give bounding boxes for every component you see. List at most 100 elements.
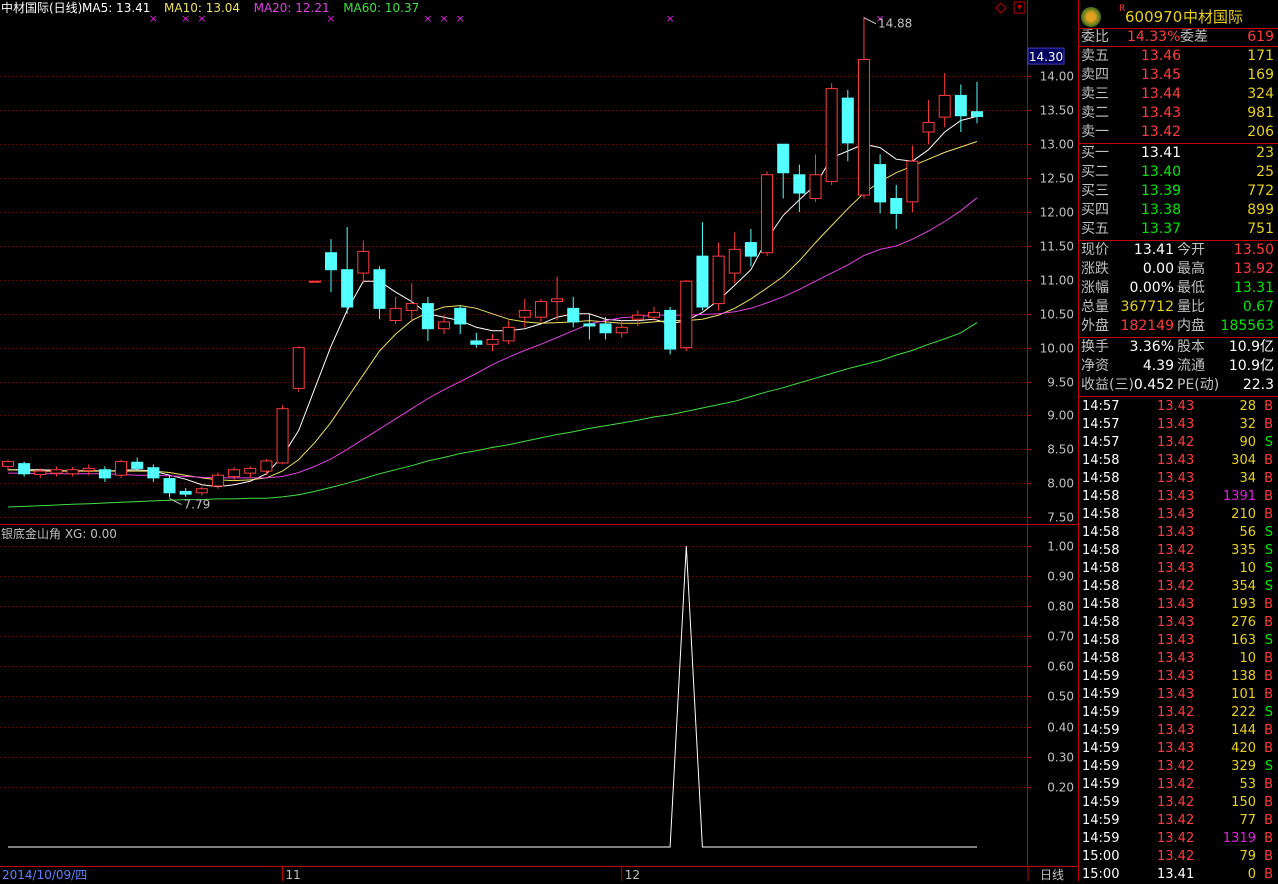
candle-body-up[interactable] (357, 250, 370, 274)
candle-body-down[interactable] (599, 323, 612, 334)
tick-row: 14:59 13.42 150 B (1079, 794, 1278, 812)
tick-price: 13.43 (1157, 489, 1195, 504)
tick-side: B (1264, 777, 1273, 792)
candle-body-up[interactable] (534, 301, 547, 318)
candle-body-up[interactable] (292, 347, 305, 389)
extreme-price-annotation: 7.79 (184, 498, 211, 512)
candle-body-down[interactable] (325, 252, 337, 271)
candle-body-down[interactable] (696, 255, 709, 308)
candle-body-up[interactable] (551, 298, 564, 303)
tick-price: 13.43 (1157, 561, 1195, 576)
period-button[interactable]: 日线 (1040, 868, 1064, 881)
candle-body-up[interactable] (115, 461, 128, 476)
buy-level-volume: 25 (1256, 164, 1274, 180)
tick-price: 13.43 (1157, 615, 1195, 630)
tick-row: 14:58 13.43 193 B (1079, 596, 1278, 614)
candle-body-down[interactable] (793, 174, 806, 194)
candle-body-down[interactable] (373, 269, 386, 309)
annotation-arrow (863, 17, 877, 25)
candle-body-down[interactable] (98, 469, 111, 479)
candle-body-up[interactable] (631, 314, 644, 320)
candle-body-up[interactable] (486, 339, 499, 345)
candle-body-up[interactable] (34, 470, 47, 475)
start-date-label: 2014/10/09/四 (2, 868, 87, 881)
candle-body-up[interactable] (938, 94, 951, 118)
indicator-axis-label: 0.80 (1047, 600, 1074, 614)
candle-body-down[interactable] (163, 478, 176, 494)
candle-body-up[interactable] (82, 467, 95, 471)
candle-body-down[interactable] (341, 269, 354, 308)
candle-body-down[interactable] (664, 309, 677, 350)
stat-label: 涨跌 (1081, 261, 1109, 277)
candle-body-down[interactable] (567, 307, 580, 323)
candle-body-down[interactable] (421, 303, 434, 330)
sell-level-label: 卖二 (1081, 105, 1109, 121)
candle-body-up[interactable] (825, 88, 838, 183)
candle-body-down[interactable] (777, 143, 790, 174)
candle-body-down[interactable] (147, 467, 160, 479)
candle-body-down[interactable] (18, 463, 31, 475)
candle-body-up[interactable] (405, 303, 418, 311)
quote-header: R 600970 中材国际 (1079, 4, 1278, 30)
candle-body-down[interactable] (179, 490, 192, 495)
tick-row: 14:58 13.42 335 S (1079, 542, 1278, 560)
ma-legend-2: MA20: 12.21 (254, 1, 330, 15)
candle-body-up[interactable] (2, 461, 14, 467)
candle-body-up[interactable] (922, 122, 935, 133)
candle-body-down[interactable] (744, 242, 757, 257)
candle-body-up[interactable] (66, 469, 79, 475)
candle-body-down[interactable] (583, 323, 596, 327)
candle-body-down[interactable] (470, 340, 483, 345)
candle-body-up[interactable] (228, 469, 241, 478)
signal-marker: × (456, 12, 465, 25)
candle-body-down[interactable] (874, 164, 887, 203)
candle-body-up[interactable] (906, 160, 919, 203)
candle-body-up[interactable] (502, 326, 515, 342)
candle-body-down[interactable] (971, 111, 983, 117)
candle-body-up[interactable] (438, 321, 451, 330)
candle-body-up[interactable] (809, 174, 822, 199)
candle-body-up[interactable] (728, 248, 741, 274)
diamond-icon[interactable] (995, 2, 1007, 14)
finance-value: 0.452 (1133, 377, 1174, 393)
candle-body-down[interactable] (954, 94, 967, 117)
tick-volume: 32 (1239, 417, 1256, 432)
candle-body-up[interactable] (712, 255, 725, 305)
candle-body-down[interactable] (454, 307, 467, 325)
candle-body-up[interactable] (857, 58, 870, 196)
candle-body-up[interactable] (308, 280, 321, 283)
candle-body-up[interactable] (615, 326, 628, 334)
tick-time: 14:58 (1082, 561, 1120, 576)
tick-side: S (1264, 435, 1273, 450)
candle-body-up[interactable] (389, 307, 402, 322)
stat-label: 现价 (1081, 242, 1109, 258)
chart-area[interactable]: 14.00 13.50 13.00 12.50 12.00 11.50 11.00 10.50… (0, 0, 1078, 881)
candle-body-down[interactable] (131, 461, 144, 469)
candle-body-up[interactable] (761, 174, 774, 254)
buy-level-volume: 751 (1247, 221, 1274, 237)
tick-volume: 56 (1239, 525, 1256, 540)
tick-row: 14:58 13.43 1391 B (1079, 488, 1278, 506)
candle-body-up[interactable] (244, 467, 257, 474)
candle-body-down[interactable] (841, 97, 854, 144)
tick-price: 13.42 (1157, 759, 1195, 774)
tick-volume: 53 (1239, 777, 1256, 792)
tick-volume: 354 (1231, 579, 1256, 594)
candle-body-up[interactable] (518, 309, 531, 318)
candle-body-up[interactable] (276, 408, 289, 464)
candle-body-up[interactable] (648, 311, 660, 318)
candle-body-up[interactable] (50, 469, 63, 474)
tick-row: 14:59 13.43 101 B (1079, 686, 1278, 704)
tick-price: 13.43 (1157, 723, 1195, 738)
candle-body-up[interactable] (211, 474, 224, 487)
tick-volume: 28 (1239, 399, 1256, 414)
weibi-row: 委比 14.33% 委差 619 (1081, 29, 1274, 45)
candle-body-up[interactable] (260, 460, 273, 472)
candle-body-up[interactable] (195, 488, 208, 494)
tick-side: B (1264, 489, 1273, 504)
candle-body-up[interactable] (680, 280, 693, 349)
buy-level-price: 13.39 (1141, 183, 1182, 199)
indicator-axis-label: 0.50 (1047, 690, 1074, 704)
buy-level-volume: 23 (1256, 145, 1274, 161)
candle-body-down[interactable] (890, 197, 903, 214)
